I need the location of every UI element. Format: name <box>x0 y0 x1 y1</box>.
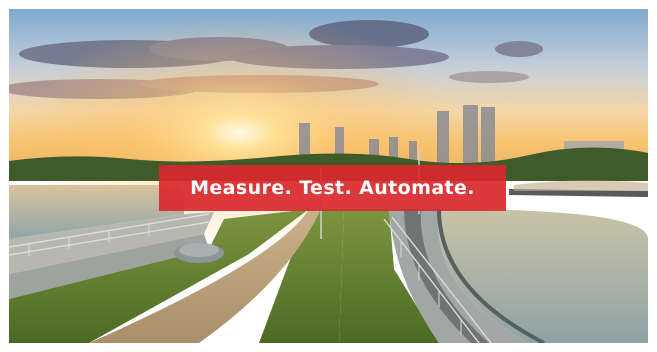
headline-banner: Measure. Test. Automate. <box>159 165 506 211</box>
image-frame: Measure. Test. Automate. <box>0 0 657 352</box>
headline-text: Measure. Test. Automate. <box>190 177 475 199</box>
